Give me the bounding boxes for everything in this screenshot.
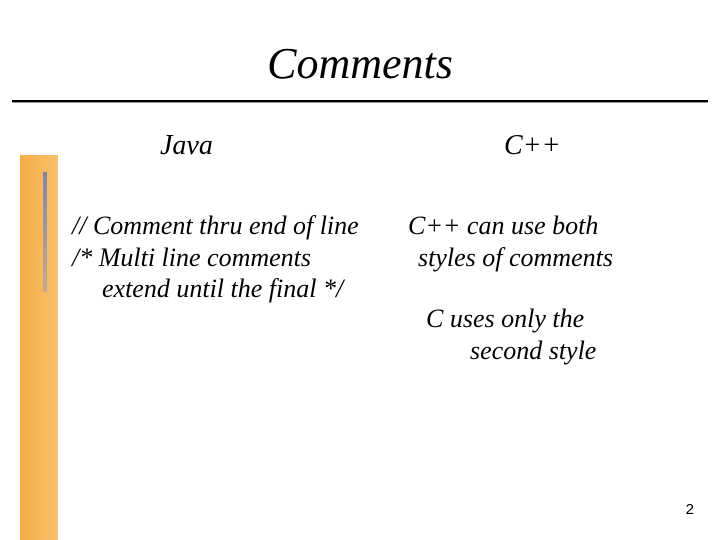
java-body: // Comment thru end of line /* Multi lin… <box>72 210 392 305</box>
cpp-note2-line1: C uses only the <box>408 303 708 335</box>
cpp-note-1: C++ can use both styles of comments <box>408 210 708 273</box>
page-number: 2 <box>686 501 694 518</box>
java-line-3: extend until the final */ <box>72 273 392 305</box>
decorative-stripe-blue <box>43 172 47 292</box>
cpp-column: C++ C++ can use both styles of comments … <box>408 130 708 367</box>
cpp-note1-line1: C++ can use both <box>408 210 708 242</box>
java-line-2: /* Multi line comments <box>72 242 392 274</box>
java-column: Java // Comment thru end of line /* Mult… <box>72 130 392 305</box>
java-heading: Java <box>160 130 392 162</box>
cpp-heading: C++ <box>504 130 708 162</box>
cpp-note1-line2: styles of comments <box>408 242 708 274</box>
slide-title: Comments <box>0 38 720 89</box>
cpp-note2-line2: second style <box>408 335 708 367</box>
slide: Comments Java // Comment thru end of lin… <box>0 0 720 540</box>
cpp-note-2: C uses only the second style <box>408 303 708 366</box>
title-underline <box>12 100 708 102</box>
java-line-1: // Comment thru end of line <box>72 210 392 242</box>
decorative-stripe-yellow <box>20 155 58 540</box>
